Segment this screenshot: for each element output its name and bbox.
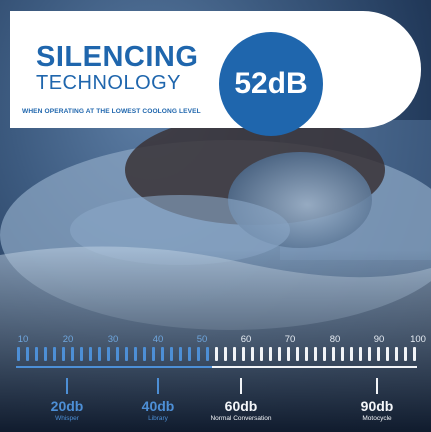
scale-tick: [17, 347, 20, 361]
scale-tick: [179, 347, 182, 361]
scale-tick: [278, 347, 281, 361]
scale-tick: [215, 347, 218, 361]
decibel-badge: 52dB: [219, 32, 323, 136]
scale-tick: [341, 347, 344, 361]
scale-tick: [188, 347, 191, 361]
scale-tick: [53, 347, 56, 361]
marker-pointer-library: [157, 378, 159, 394]
scale-tick: [314, 347, 317, 361]
scale-tick: [62, 347, 65, 361]
decibel-badge-value: 52dB: [234, 67, 308, 100]
scale-tick: [116, 347, 119, 361]
scale-tick: [413, 347, 416, 361]
scale-axis-quiet: [16, 366, 212, 368]
scale-label-20: 20: [62, 334, 74, 345]
marker-value-whisper: 20db: [50, 398, 84, 414]
scale-label-70: 70: [284, 334, 296, 345]
scale-tick: [26, 347, 29, 361]
scale-tick: [134, 347, 137, 361]
scale-tick: [71, 347, 74, 361]
marker-pointer-whisper: [66, 378, 68, 394]
scale-tick: [323, 347, 326, 361]
scale-label-80: 80: [329, 334, 341, 345]
scale-tick: [107, 347, 110, 361]
scale-tick: [242, 347, 245, 361]
marker-pointer-conversation: [240, 378, 242, 394]
marker-desc-whisper: Whisper: [55, 415, 79, 422]
ad-image: SILENCING TECHNOLOGY WHEN OPERATING AT T…: [0, 0, 431, 432]
scale-tick: [170, 347, 173, 361]
scale-label-50: 50: [196, 334, 208, 345]
marker-pointer-motorcycle: [376, 378, 378, 394]
scale-tick: [287, 347, 290, 361]
scale-tick: [44, 347, 47, 361]
scale-tick: [377, 347, 380, 361]
scale-tick: [260, 347, 263, 361]
scale-tick: [305, 347, 308, 361]
scale-tick: [251, 347, 254, 361]
scale-label-30: 30: [107, 334, 119, 345]
scale-label-10: 10: [17, 334, 29, 345]
scale-tick: [125, 347, 128, 361]
scale-tick: [224, 347, 227, 361]
scale-tick: [233, 347, 236, 361]
scale-tick: [359, 347, 362, 361]
headline-subtitle: WHEN OPERATING AT THE LOWEST COOLONG LEV…: [22, 108, 201, 115]
scale-tick: [269, 347, 272, 361]
marker-value-conversation: 60db: [224, 398, 258, 414]
scale-tick: [206, 347, 209, 361]
marker-desc-conversation: Normal Conversation: [210, 415, 272, 422]
scale-tick: [197, 347, 200, 361]
scale-tick: [143, 347, 146, 361]
scale-tick: [161, 347, 164, 361]
scale-label-100: 100: [410, 334, 426, 345]
headline-title-line2: TECHNOLOGY: [36, 72, 182, 94]
scale-tick: [404, 347, 407, 361]
scale-label-60: 60: [240, 334, 252, 345]
scale-tick: [35, 347, 38, 361]
scale-tick: [386, 347, 389, 361]
scale-tick: [350, 347, 353, 361]
scale-tick: [152, 347, 155, 361]
scale-tick: [98, 347, 101, 361]
scale-tick: [80, 347, 83, 361]
marker-desc-motorcycle: Motocycle: [362, 415, 392, 422]
scale-label-90: 90: [373, 334, 385, 345]
scale-tick: [296, 347, 299, 361]
scale-tick: [332, 347, 335, 361]
marker-value-library: 40db: [141, 398, 175, 414]
marker-value-motorcycle: 90db: [360, 398, 394, 414]
scale-tick: [395, 347, 398, 361]
scale-axis-loud: [212, 366, 417, 368]
scale-tick: [368, 347, 371, 361]
scale-label-40: 40: [152, 334, 164, 345]
marker-desc-library: Library: [148, 415, 168, 422]
scale-tick: [89, 347, 92, 361]
headline-title-line1: SILENCING: [36, 41, 199, 73]
